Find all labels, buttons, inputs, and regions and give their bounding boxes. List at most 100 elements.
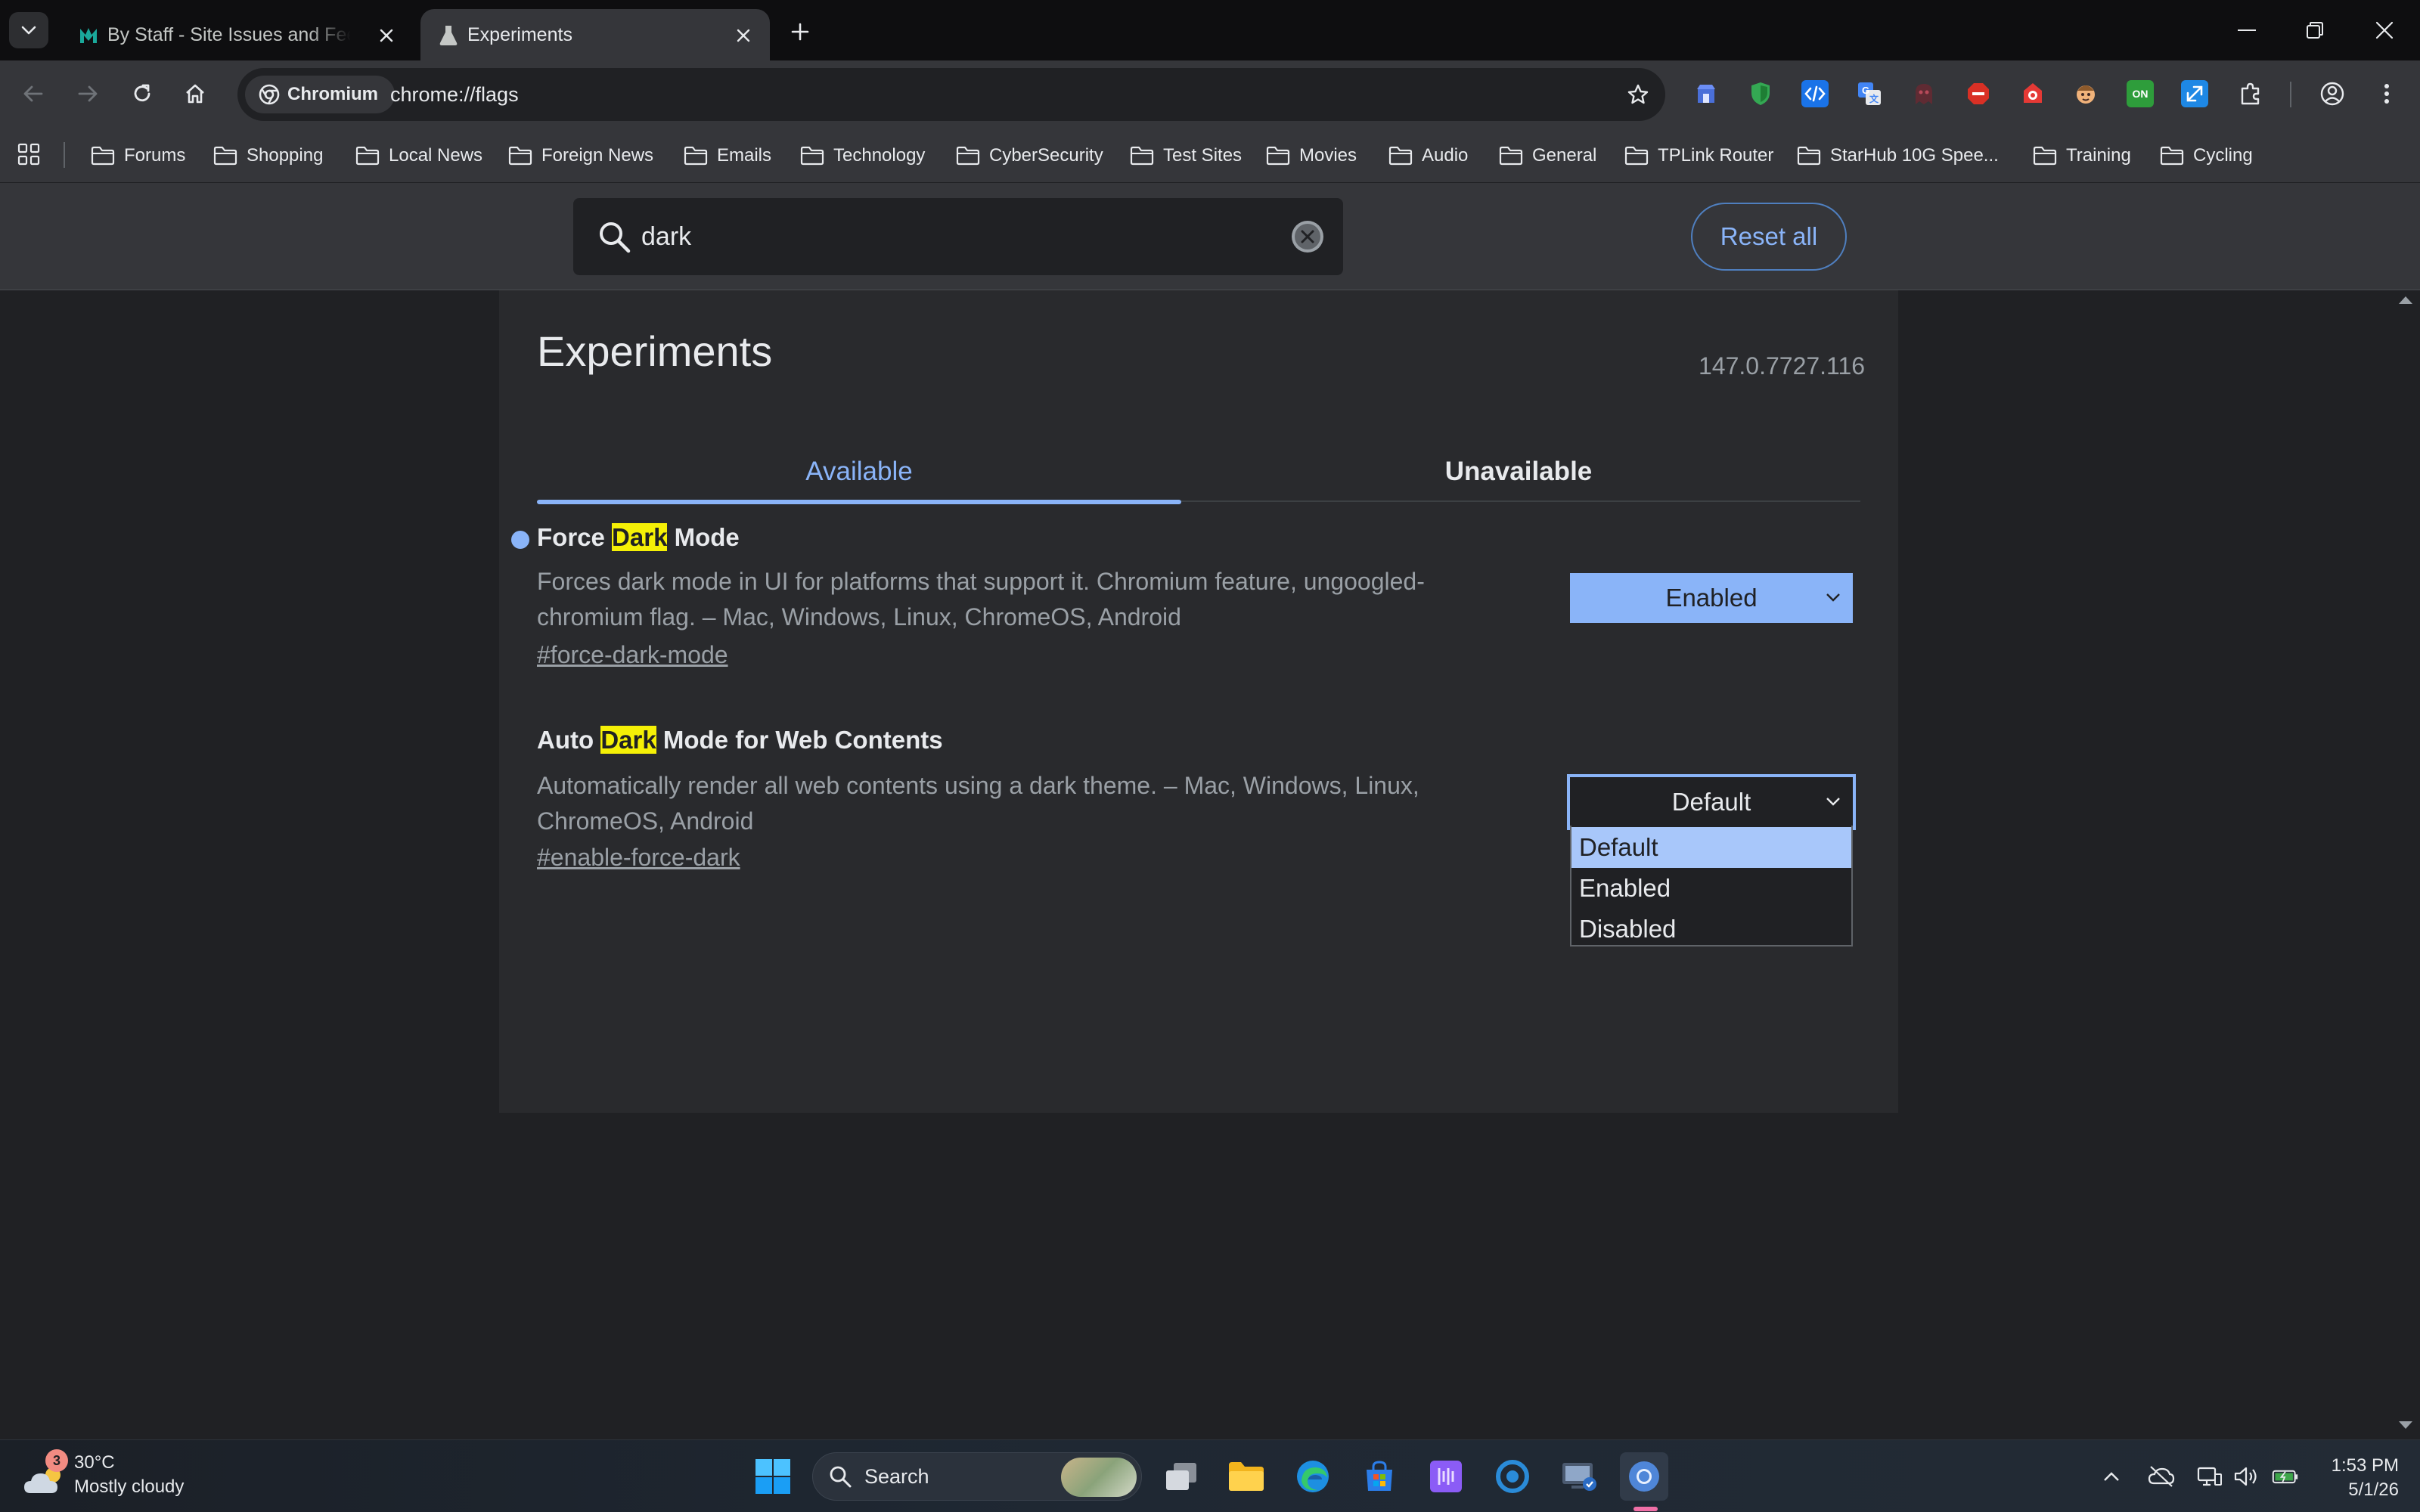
edge-icon[interactable] xyxy=(1289,1452,1337,1501)
bookmark-folder[interactable]: Movies xyxy=(1266,129,1357,183)
bookmark-label: Test Sites xyxy=(1163,145,1243,166)
weather-widget[interactable]: 3 30°C Mostly cloudy xyxy=(23,1449,219,1504)
resize-icon[interactable] xyxy=(2181,80,2208,107)
tab-title: Experiments xyxy=(467,24,572,45)
search-highlight-image xyxy=(1061,1458,1137,1497)
file-explorer-icon[interactable] xyxy=(1222,1452,1270,1501)
active-app-indicator xyxy=(1634,1507,1658,1511)
tab-search-button[interactable] xyxy=(9,12,48,48)
start-button[interactable] xyxy=(749,1452,797,1501)
search-icon xyxy=(830,1466,852,1488)
triangle-down-icon xyxy=(2399,1421,2412,1429)
ext-red-icon[interactable] xyxy=(2019,80,2046,107)
remote-desktop-icon[interactable] xyxy=(1555,1452,1603,1501)
bookmark-folder[interactable]: Cycling xyxy=(2160,129,2253,183)
modified-indicator xyxy=(511,531,529,549)
bookmark-folder[interactable]: Shopping xyxy=(213,129,323,183)
bookmark-label: Local News xyxy=(389,145,483,166)
option-default[interactable]: Default xyxy=(1571,827,1851,868)
chevron-down-icon xyxy=(1826,798,1840,806)
flag-select-force-dark-mode[interactable]: Enabled xyxy=(1570,573,1853,623)
home-button[interactable] xyxy=(177,76,213,112)
tab-experiments[interactable]: Experiments xyxy=(420,9,770,60)
flag-select-enable-force-dark[interactable]: Default xyxy=(1567,774,1856,830)
tray-overflow-icon[interactable] xyxy=(2098,1463,2125,1490)
minimize-button[interactable] xyxy=(2220,9,2273,51)
flags-header: Reset all xyxy=(0,183,2420,290)
bookmark-folder[interactable]: Training xyxy=(2033,129,2131,183)
task-view-icon[interactable] xyxy=(1157,1452,1205,1501)
clear-search-button[interactable] xyxy=(1289,218,1326,256)
close-window-button[interactable] xyxy=(2358,9,2411,51)
scroll-down-arrow[interactable] xyxy=(2397,1420,2414,1430)
onedrive-offline-icon[interactable] xyxy=(2148,1463,2175,1490)
option-enabled[interactable]: Enabled xyxy=(1571,868,1851,909)
bookmark-star-button[interactable] xyxy=(1621,78,1655,111)
close-icon[interactable] xyxy=(734,26,753,45)
system-clock[interactable]: 1:53 PM 5/1/26 xyxy=(2299,1454,2399,1502)
bookmark-folder[interactable]: TPLink Router xyxy=(1624,129,1773,183)
battery-icon[interactable] xyxy=(2272,1463,2299,1490)
tab-available[interactable]: Available xyxy=(537,442,1181,504)
folder-icon xyxy=(684,146,708,166)
tab-site-issues[interactable]: By Staff - Site Issues and Feedback xyxy=(60,9,408,60)
ghost-icon[interactable] xyxy=(1910,80,1938,107)
menu-button[interactable] xyxy=(2369,76,2405,112)
bookmark-folder[interactable]: Forums xyxy=(91,129,185,183)
ext-store-icon[interactable] xyxy=(1692,80,1720,107)
bookmark-folder[interactable]: Test Sites xyxy=(1130,129,1242,183)
flag-anchor-link[interactable]: #force-dark-mode xyxy=(537,641,728,669)
bookmark-folder[interactable]: Audio xyxy=(1388,129,1468,183)
close-icon[interactable] xyxy=(377,26,396,45)
apps-grid-icon[interactable] xyxy=(15,141,42,168)
back-arrow-icon xyxy=(23,85,43,102)
search-input[interactable] xyxy=(641,198,1246,275)
bookmark-folder[interactable]: Foreign News xyxy=(508,129,653,183)
network-icon[interactable] xyxy=(2196,1463,2223,1490)
code-icon[interactable] xyxy=(1801,80,1829,107)
flag-anchor-link[interactable]: #enable-force-dark xyxy=(537,844,740,872)
bookmark-folder[interactable]: StarHub 10G Spee... xyxy=(1797,129,1999,183)
taskbar-search[interactable]: Search xyxy=(812,1452,1142,1501)
folder-icon xyxy=(91,146,115,166)
scroll-up-arrow[interactable] xyxy=(2397,295,2414,305)
select-dropdown: Default Enabled Disabled xyxy=(1570,826,1853,947)
puzzle-icon[interactable] xyxy=(2237,80,2264,107)
bookmark-folder[interactable]: Emails xyxy=(684,129,771,183)
chromium-taskbar-icon[interactable] xyxy=(1620,1452,1668,1501)
new-tab-button[interactable] xyxy=(783,15,817,48)
translate-icon[interactable]: G文 xyxy=(1856,80,1883,107)
bookmark-folder[interactable]: General xyxy=(1499,129,1596,183)
bookmark-folder[interactable]: CyberSecurity xyxy=(956,129,1103,183)
bookmark-folder[interactable]: Local News xyxy=(355,129,482,183)
url-text[interactable]: chrome://flags xyxy=(390,68,519,121)
notepad-app-icon[interactable] xyxy=(1422,1452,1470,1501)
search-icon xyxy=(594,217,634,256)
back-button[interactable] xyxy=(15,76,51,112)
site-info-chip[interactable]: Chromium xyxy=(245,76,395,113)
folder-icon xyxy=(508,146,532,166)
cortana-icon[interactable] xyxy=(1488,1452,1537,1501)
option-disabled[interactable]: Disabled xyxy=(1571,909,1851,950)
restore-button[interactable] xyxy=(2288,9,2341,51)
reload-button[interactable] xyxy=(124,76,160,112)
face-icon[interactable] xyxy=(2072,80,2099,107)
shield-icon[interactable] xyxy=(1747,80,1774,107)
bookmark-label: TPLink Router xyxy=(1658,145,1774,166)
on-badge-icon[interactable]: ON xyxy=(2127,80,2154,107)
chevron-down-icon xyxy=(1826,593,1840,602)
volume-icon[interactable] xyxy=(2232,1463,2260,1490)
store-icon[interactable] xyxy=(1355,1452,1404,1501)
address-bar[interactable]: Chromium chrome://flags xyxy=(237,68,1665,121)
tab-unavailable[interactable]: Unavailable xyxy=(1196,442,1841,502)
clock-date: 5/1/26 xyxy=(2348,1479,2399,1500)
site-chip-label: Chromium xyxy=(287,84,378,104)
reset-all-button[interactable]: Reset all xyxy=(1691,203,1847,271)
flag-title-text: Force xyxy=(537,523,613,551)
bookmark-folder[interactable]: Technology xyxy=(800,129,925,183)
forward-button[interactable] xyxy=(70,76,106,112)
profile-button[interactable] xyxy=(2314,76,2350,112)
bookmark-label: Emails xyxy=(717,145,772,166)
block-icon[interactable] xyxy=(1965,80,1992,107)
folder-icon xyxy=(800,146,824,166)
